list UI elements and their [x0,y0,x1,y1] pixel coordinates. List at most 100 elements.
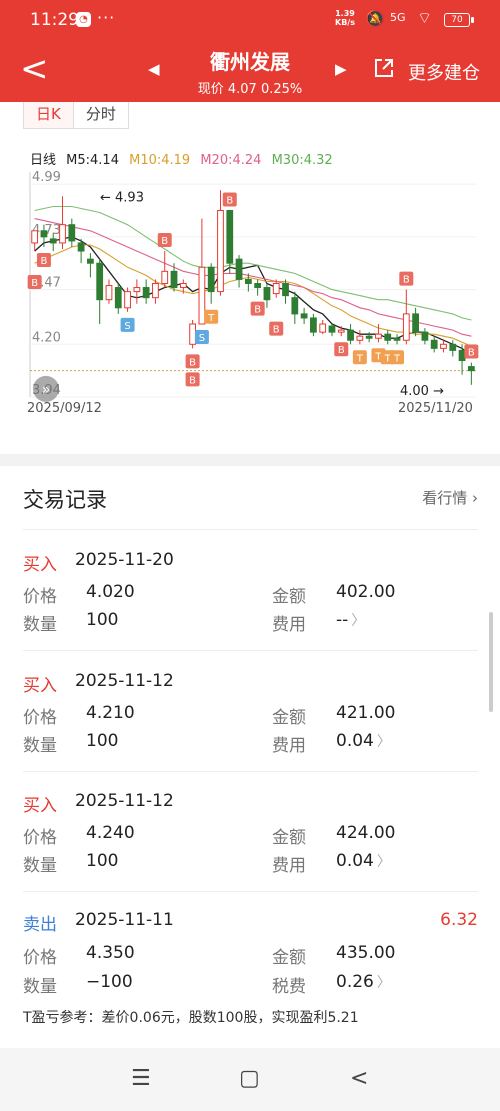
candle-body [440,343,447,349]
trade-amount: 402.00 [336,582,396,602]
fee-value[interactable]: -- 〉 [336,610,365,630]
network-speed: 1.39 KB/s [335,9,355,27]
trade-amount: 435.00 [336,943,396,963]
buy-marker-label: B [468,348,475,359]
status-time: 11:29 [30,10,79,30]
fee-value[interactable]: 0.04 〉 [336,731,391,751]
status-bar: 11:29 ◔ ··· 1.39 KB/s 🔕 5G ⌔ 70 [0,0,500,40]
current-price: 现价 4.07 0.25% [197,82,303,97]
candle-body [96,262,104,301]
candle-body [114,287,122,309]
candle-body [207,266,215,293]
trade-records: 交易记录 看行情 › 买入 2025-11-20 价格 4.020 金额 402… [0,466,500,1048]
view-market-link[interactable]: 看行情 › [422,487,478,508]
candle-body [68,224,76,242]
buy-marker-label: B [41,256,48,267]
trade-date: 2025-11-11 [75,910,174,930]
scrollbar[interactable] [489,612,493,712]
amount-label: 金额 [272,708,306,728]
buy-marker-label: B [161,236,168,247]
trade-record[interactable]: 买入 2025-11-12 价格 4.240 金额 424.00 数量 100 … [0,791,500,911]
candle-body [282,282,289,297]
candle-body [291,297,299,315]
candle-body [124,291,131,309]
candle-body [328,325,336,333]
candle-body [254,282,262,289]
buy-marker-label: B [226,196,233,207]
records-title: 交易记录 [23,488,107,512]
candle-body [384,333,392,341]
fee-label: 费用 [272,736,306,756]
trade-amount: 421.00 [336,703,396,723]
trade-action: 卖出 [23,915,57,935]
candle-body [235,258,243,280]
trade-record[interactable]: 买入 2025-11-20 价格 4.020 金额 402.00 数量 100 … [0,550,500,670]
trade-date: 2025-11-20 [75,550,174,570]
app-notification-icon: ◔ [76,12,91,27]
candle-body [77,242,85,252]
candle-body [217,210,224,293]
trade-date: 2025-11-12 [75,671,174,691]
candle-body [467,366,475,372]
trade-record[interactable]: 买入 2025-11-12 价格 4.210 金额 421.00 数量 100 … [0,671,500,791]
sell-marker-label: S [124,321,130,332]
menu-icon[interactable]: ☰ [131,1066,151,1091]
divider [23,771,478,772]
candle-body [40,230,48,238]
tax-value[interactable]: 0.26 〉 [336,972,391,992]
buy-marker-label: B [189,357,196,368]
candle-body [458,349,466,362]
candle-body [152,282,159,299]
candle-body [430,339,438,349]
candle-body [412,313,419,333]
candle-body [133,287,141,293]
qty-label: 数量 [23,615,57,635]
candle-body [198,266,206,325]
previous-stock-icon[interactable]: ◀ [148,60,160,78]
candle-body [49,238,57,244]
candle-body [393,337,401,341]
home-icon[interactable]: ▢ [239,1066,260,1091]
share-icon[interactable] [373,57,395,79]
candle-body [263,287,271,301]
buy-marker-label: B [403,275,410,286]
trade-price: 4.350 [86,943,135,963]
trade-qty: 100 [86,731,119,751]
candle-body [375,333,382,339]
candle-body [337,329,345,333]
price-label: 价格 [23,828,57,848]
buy-marker-label: B [273,325,280,336]
y-tick-label: 4.99 [32,170,61,185]
trade-qty: 100 [86,851,119,871]
high-price-label: ← 4.93 [100,190,144,205]
buy-marker-label: B [31,278,38,289]
candle-body [402,313,410,341]
low-price-label: 4.00 → [400,384,444,399]
trade-price: 4.240 [86,823,135,843]
divider [23,650,478,651]
nav-back-icon[interactable]: < [350,1066,368,1091]
candle-body [31,230,39,244]
back-icon[interactable]: < [20,52,49,86]
fee-value[interactable]: 0.04 〉 [336,851,391,871]
chevron-right-icon: 〉 [376,734,391,750]
candle-body [272,282,280,295]
candle-body [226,210,234,264]
t-marker-label: T [356,353,364,364]
candle-body [244,278,252,284]
kline-chart-card: 日K 分时 日线 M5:4.14 M10:4.19 M20:4.24 M30:4… [0,102,500,454]
price-label: 价格 [23,948,57,968]
candle-body [170,270,178,289]
more-notifications-icon: ··· [97,8,116,27]
trade-tax: 0.26 [336,972,374,992]
signal-icon: 5G [390,11,406,24]
more-position-button[interactable]: 更多建仓 [408,59,480,85]
candle-body [189,323,196,345]
buy-marker-label: B [254,305,261,316]
next-stock-icon[interactable]: ▶ [335,60,347,78]
t-marker-label: T [393,353,401,364]
buy-marker-label: B [338,345,345,356]
t-profit-note: T盈亏参考：差价0.06元，股数100股，实现盈利5.21 [23,1010,359,1026]
t-marker-label: T [207,313,215,324]
chevron-right-icon: 〉 [351,613,366,629]
